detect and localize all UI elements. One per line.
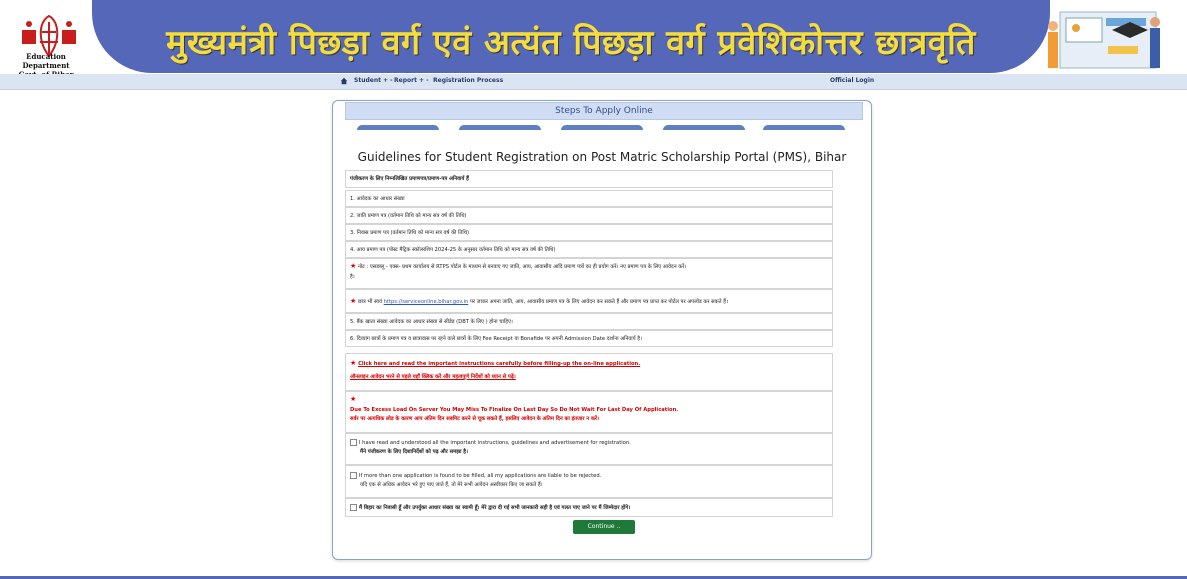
step-tab-2[interactable] <box>459 125 541 130</box>
guideline-row: 3. निवास प्रमाण पत्र (वर्तमान तिथि को मा… <box>345 224 833 241</box>
site-header: Education Department Govt. of Bihar मुख्… <box>0 0 1187 79</box>
guideline-text: 2. जाति प्रमाण पत्र (वर्तमान तिथि को मान… <box>350 213 467 219</box>
note2-text: ★ छात्र भी स्वयं https://serviceonline.b… <box>350 297 728 306</box>
note2-pre: छात्र भी स्वयं <box>357 299 382 305</box>
nav-bar: Student + - Report + - Registration Proc… <box>0 74 1187 90</box>
steps-title: Steps To Apply Online <box>555 106 653 116</box>
steps-header: Steps To Apply Online <box>345 102 863 120</box>
star-icon: ★ <box>350 395 357 403</box>
checkbox-2[interactable] <box>350 472 357 479</box>
step-tab-5[interactable] <box>763 125 845 130</box>
guideline-header-text: पंजीकरण के लिए निम्नलिखित प्रमाणपत्र/प्र… <box>350 176 469 182</box>
guideline-row: 1. आवेदक का आधार संख्या <box>345 190 833 207</box>
registration-panel: Steps To Apply Online Guidelines for Stu… <box>332 100 872 560</box>
guideline-row: ★ छात्र भी स्वयं https://serviceonline.b… <box>345 289 833 313</box>
instructions-row: ★ Click here and read the important inst… <box>345 353 833 391</box>
check1-hi: मैंने पंजीकरण के लिए दिशानिर्देशों को पढ… <box>360 449 468 455</box>
click-here-link[interactable]: Click here and read the important instru… <box>358 361 640 367</box>
check-row: मैं बिहार का निवासी हूँ और उपर्युक्त आधा… <box>345 498 833 517</box>
check-item-3[interactable]: मैं बिहार का निवासी हूँ और उपर्युक्त आधा… <box>350 504 630 512</box>
step-tab-4[interactable] <box>663 125 745 130</box>
check3-text: मैं बिहार का निवासी हूँ और उपर्युक्त आधा… <box>359 505 631 511</box>
guidelines-title: Guidelines for Student Registration on P… <box>357 150 847 164</box>
serviceonline-link[interactable]: https://serviceonline.bihar.gov.in <box>384 299 469 305</box>
scholarship-illustration-icon <box>1048 11 1160 69</box>
nav-official-login[interactable]: Official Login <box>830 77 874 84</box>
server-warning-hi: सर्वर पर अत्यधिक लोड के कारण आप अंतिम दि… <box>350 416 600 422</box>
check-row: If more than one application is found to… <box>345 465 833 498</box>
guideline-text: 5. बैंक खाता संख्या आवेदक का आधार संख्या… <box>350 319 513 325</box>
guideline-row: 4. आय प्रमाण पत्र (पोस्ट मैट्रिक स्कॉलरश… <box>345 241 833 258</box>
star-icon: ★ <box>350 359 357 367</box>
guideline-text: 4. आय प्रमाण पत्र (पोस्ट मैट्रिक स्कॉलरश… <box>350 247 556 253</box>
dept-line1: Education Department <box>22 52 70 70</box>
note-text-cont: है। <box>350 274 355 280</box>
guideline-row: 6. दिव्यांग छात्रों के प्रमाण पत्र व छात… <box>345 330 833 347</box>
check2-hi: यदि एक से अधिक आवेदन भरे हुए पाए जाते है… <box>360 482 543 488</box>
guideline-row: 5. बैंक खाता संख्या आवेदक का आधार संख्या… <box>345 313 833 330</box>
guideline-row: ★ नोट : एसडब्लू - एक्स- प्रथम कार्यालय स… <box>345 258 833 289</box>
home-icon[interactable] <box>340 77 348 85</box>
nav-report[interactable]: Report + - <box>394 77 429 84</box>
nav-student[interactable]: Student + - <box>354 77 393 84</box>
title-banner: मुख्यमंत्री पिछड़ा वर्ग एवं अत्यंत पिछड़… <box>92 0 1050 73</box>
check-item-1[interactable]: I have read and understood all the impor… <box>350 439 631 447</box>
guideline-text: 3. निवास प्रमाण पत्र (वर्तमान तिथि को मा… <box>350 230 470 236</box>
note1: नोट : एसडब्लू - एक्स- प्रथम कार्यालय से … <box>357 264 687 270</box>
guideline-row: 2. जाति प्रमाण पत्र (वर्तमान तिथि को मान… <box>345 207 833 224</box>
guideline-row: पंजीकरण के लिए निम्नलिखित प्रमाणपत्र/प्र… <box>345 170 833 188</box>
checkbox-1[interactable] <box>350 439 357 446</box>
star-icon: ★ <box>350 262 357 270</box>
guideline-text: 1. आवेदक का आधार संख्या <box>350 196 405 202</box>
nav-registration-process[interactable]: Registration Process <box>433 77 503 84</box>
note2-post: पर जाकर अपना जाति, आय, आवासीय प्रमाण पत्… <box>469 299 728 305</box>
server-warning-row: ★ Due To Excess Load On Server You May M… <box>345 391 833 433</box>
step-tab-1[interactable] <box>357 125 439 130</box>
star-icon: ★ <box>350 297 357 305</box>
check2-en: If more than one application is found to… <box>359 473 602 479</box>
note-text: ★ नोट : एसडब्लू - एक्स- प्रथम कार्यालय स… <box>350 262 686 271</box>
step-tab-3[interactable] <box>561 125 643 130</box>
guideline-text: 6. दिव्यांग छात्रों के प्रमाण पत्र व छात… <box>350 336 642 342</box>
page-title: मुख्यमंत्री पिछड़ा वर्ग एवं अत्यंत पिछड़… <box>166 23 976 63</box>
check1-en: I have read and understood all the impor… <box>359 440 631 446</box>
hindi-instructions-link[interactable]: ऑनलाइन आवेदन भरने से पहले यहाँ क्लिक करे… <box>350 373 516 381</box>
check-item-2[interactable]: If more than one application is found to… <box>350 472 601 480</box>
server-warning: Due To Excess Load On Server You May Mis… <box>350 407 679 413</box>
checkbox-3[interactable] <box>350 504 357 511</box>
instructions-link-text[interactable]: ★ Click here and read the important inst… <box>350 359 640 368</box>
continue-button[interactable]: Continue .. <box>573 520 635 534</box>
check-row: I have read and understood all the impor… <box>345 433 833 465</box>
